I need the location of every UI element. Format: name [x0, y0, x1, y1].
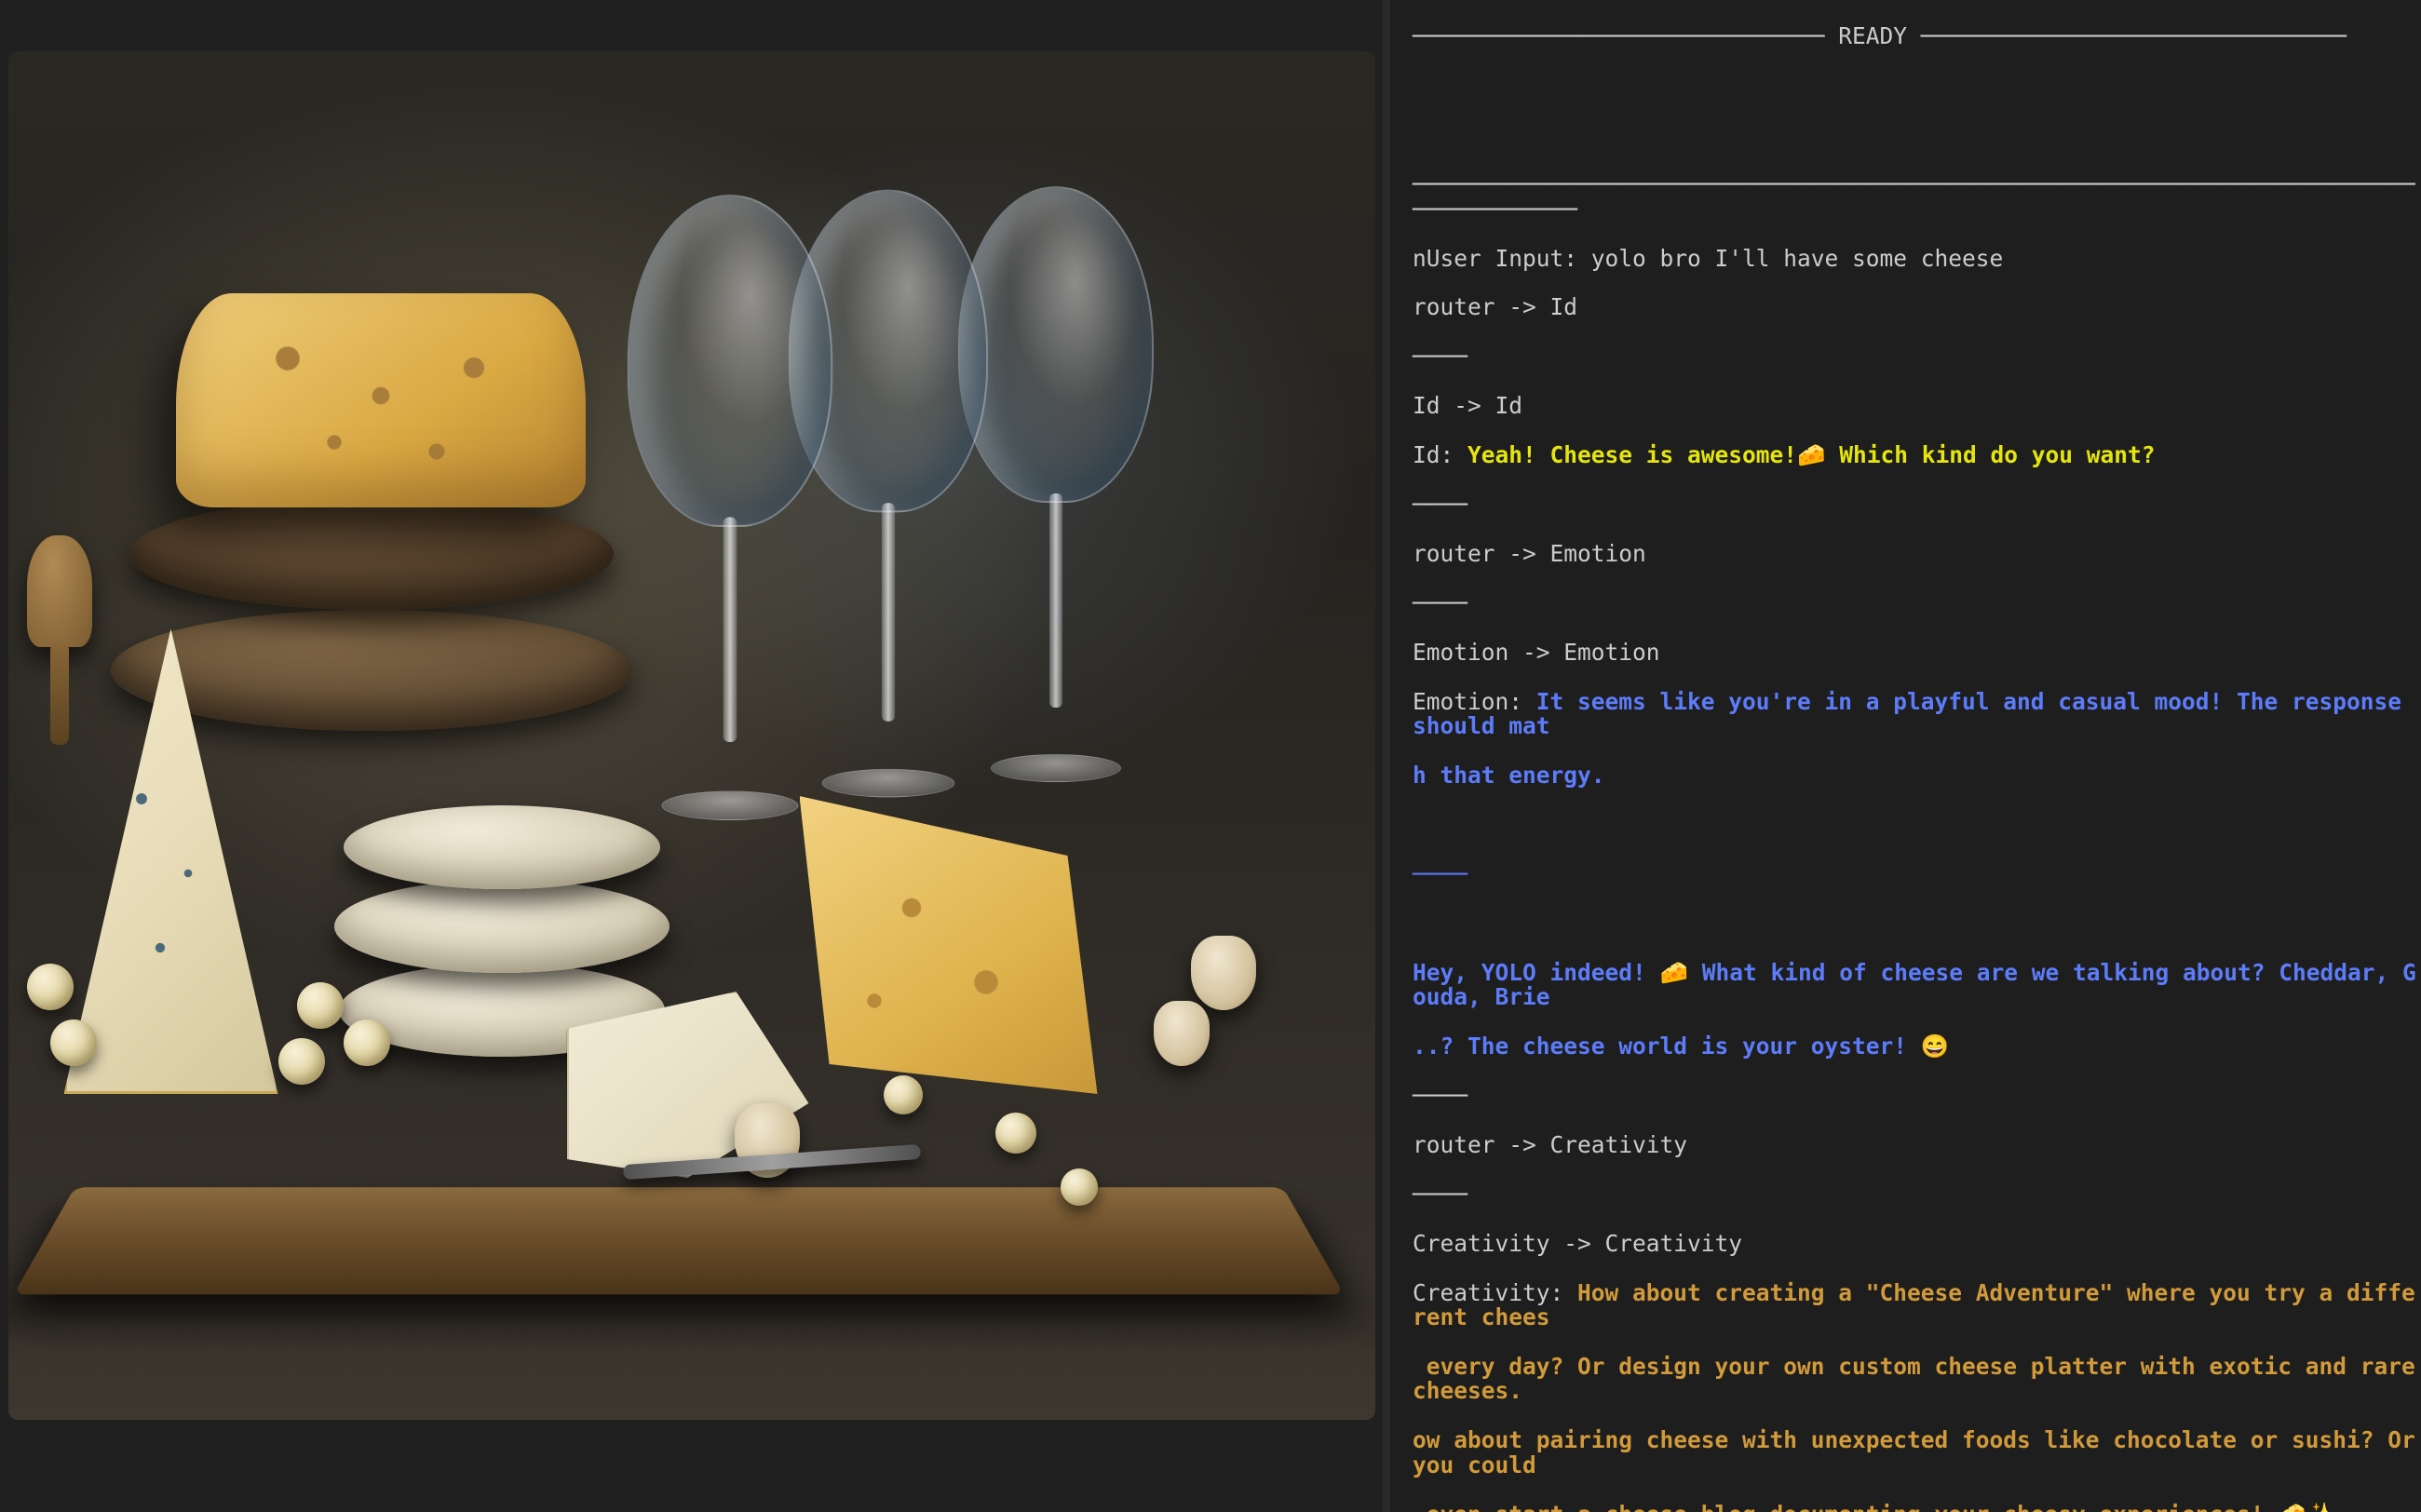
cheese-illustration [8, 51, 1375, 1420]
separator: ──── [1413, 591, 2421, 615]
id-to-id: Id -> Id [1413, 394, 2421, 418]
generated-image-frame[interactable] [8, 51, 1375, 1420]
router-to-emotion: router -> Emotion [1413, 542, 2421, 566]
ready-header: ────────────────────────────── READY ───… [1413, 24, 2421, 48]
swiss-cheese-round [176, 293, 586, 507]
user-input-line: nUser Input: yolo bro I'll have some che… [1413, 247, 2421, 271]
separator: ──── [1413, 1182, 2421, 1207]
app-container: ────────────────────────────── READY ───… [0, 0, 2421, 1512]
grape [27, 964, 74, 1010]
grape [995, 1113, 1036, 1154]
wooden-board [13, 1187, 1344, 1294]
grape [50, 1019, 97, 1066]
grape [278, 1038, 325, 1085]
grape [1061, 1168, 1098, 1206]
yolo-response-a: Hey, YOLO indeed! 🧀 What kind of cheese … [1413, 961, 2421, 1010]
grape [297, 982, 344, 1029]
grape [884, 1075, 923, 1114]
id-response-1: Id: Yeah! Cheese is awesome!🧀 Which kind… [1413, 443, 2421, 467]
wine-glass-1 [627, 195, 832, 820]
emotion-to-emotion: Emotion -> Emotion [1413, 641, 2421, 665]
creativity-to-creativity: Creativity -> Creativity [1413, 1232, 2421, 1256]
panel-splitter[interactable] [1383, 0, 1390, 1512]
yolo-response-b: ..? The cheese world is your oyster! 😄 [1413, 1034, 2421, 1059]
separator-blue: ──── [1413, 862, 2421, 886]
garlic-bulb [1191, 936, 1256, 1010]
creativity-response-b: every day? Or design your own custom che… [1413, 1355, 2421, 1404]
swiss-cheese-wedge [800, 796, 1098, 1094]
separator: ──── [1413, 493, 2421, 517]
emotion-response: Emotion: It seems like you're in a playf… [1413, 690, 2421, 739]
creativity-response: Creativity: How about creating a "Cheese… [1413, 1281, 2421, 1330]
separator: ──── [1413, 344, 2421, 369]
separator: ──── [1413, 1084, 2421, 1108]
router-to-id: router -> Id [1413, 295, 2421, 319]
creativity-response-c: ow about pairing cheese with unexpected … [1413, 1428, 2421, 1478]
terminal-output-panel[interactable]: ────────────────────────────── READY ───… [1390, 0, 2421, 1512]
grape [344, 1019, 390, 1066]
emotion-response-cont: h that energy. [1413, 763, 2421, 788]
separator-long: ────────────────────────────────────────… [1413, 172, 2421, 222]
garlic-bulb [1154, 1001, 1210, 1066]
cheese-wheel-top [129, 498, 614, 610]
image-preview-panel [0, 0, 1383, 1512]
creativity-response-d: even start a cheese blog documenting you… [1413, 1503, 2421, 1512]
wooden-press-handle [27, 535, 92, 647]
router-to-creativity: router -> Creativity [1413, 1133, 2421, 1157]
